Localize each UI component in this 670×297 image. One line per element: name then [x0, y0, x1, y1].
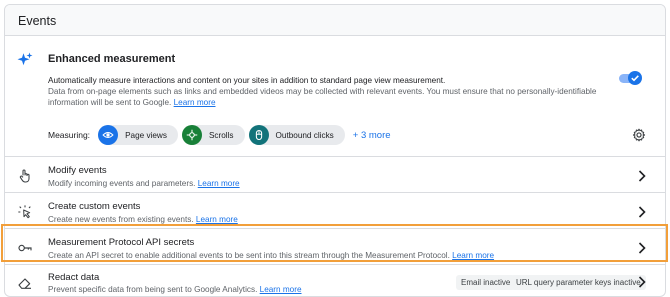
- gear-icon[interactable]: [632, 128, 646, 142]
- learn-more-link[interactable]: Learn more: [198, 179, 240, 188]
- row-subtitle-text: Create new events from existing events.: [48, 215, 194, 224]
- row-subtitle-text: Create an API secret to enable additiona…: [48, 251, 450, 260]
- description-line-1: Automatically measure interactions and c…: [48, 76, 446, 85]
- sparkle-icon: [17, 52, 33, 66]
- row-title: Measurement Protocol API secrets: [48, 237, 195, 248]
- sparkle-click-icon: [18, 205, 31, 219]
- row-title: Redact data: [48, 272, 100, 283]
- chip-outbound-clicks[interactable]: Outbound clicks: [248, 125, 345, 145]
- learn-more-link[interactable]: Learn more: [260, 285, 302, 294]
- status-badge-email: Email inactive: [456, 275, 516, 290]
- row-redact-data[interactable]: Redact data Prevent specific data from b…: [5, 266, 665, 296]
- row-subtitle: Create new events from existing events. …: [48, 215, 238, 224]
- eraser-icon: [18, 278, 31, 289]
- chip-label: Page views: [125, 130, 167, 140]
- enhanced-measurement-description: Automatically measure interactions and c…: [48, 75, 603, 108]
- measuring-row: Measuring: Page views Scrolls Outbound c…: [48, 124, 391, 146]
- toggle-thumb: [628, 71, 642, 85]
- row-subtitle-text: Modify incoming events and parameters.: [48, 179, 196, 188]
- row-subtitle-text: Prevent specific data from being sent to…: [48, 285, 258, 294]
- row-title: Create custom events: [48, 201, 141, 212]
- chevron-right-icon: [638, 276, 646, 288]
- measuring-label: Measuring:: [48, 130, 91, 140]
- status-badge-url-query: URL query parameter keys inactive: [511, 275, 646, 290]
- chevron-right-icon: [638, 206, 646, 218]
- learn-more-link[interactable]: Learn more: [452, 251, 494, 260]
- enhanced-measurement-toggle[interactable]: [617, 71, 642, 86]
- chevron-right-icon: [638, 242, 646, 254]
- chip-label: Outbound clicks: [275, 130, 334, 140]
- chevron-right-icon: [638, 170, 646, 182]
- check-icon: [631, 75, 639, 82]
- row-subtitle: Create an API secret to enable additiona…: [48, 251, 494, 260]
- panel-title: Events: [5, 5, 665, 36]
- mouse-icon: [248, 125, 269, 145]
- learn-more-link[interactable]: Learn more: [174, 98, 216, 107]
- row-measurement-protocol-api-secrets[interactable]: Measurement Protocol API secrets Create …: [5, 230, 665, 265]
- row-subtitle: Modify incoming events and parameters. L…: [48, 179, 240, 188]
- eye-icon: [98, 125, 119, 145]
- more-events-link[interactable]: + 3 more: [353, 130, 391, 141]
- key-icon: [18, 244, 32, 252]
- description-line-2: Data from on-page elements such as links…: [48, 87, 597, 107]
- crosshair-icon: [181, 125, 202, 145]
- enhanced-measurement-title: Enhanced measurement: [48, 53, 176, 65]
- enhanced-measurement-section: Enhanced measurement Automatically measu…: [5, 37, 665, 157]
- row-modify-events[interactable]: Modify events Modify incoming events and…: [5, 158, 665, 193]
- chip-scrolls[interactable]: Scrolls: [181, 125, 245, 145]
- chip-label: Scrolls: [208, 130, 234, 140]
- learn-more-link[interactable]: Learn more: [196, 215, 238, 224]
- row-subtitle: Prevent specific data from being sent to…: [48, 285, 302, 294]
- touch-hand-icon: [19, 169, 30, 183]
- chip-page-views[interactable]: Page views: [98, 125, 178, 145]
- row-create-custom-events[interactable]: Create custom events Create new events f…: [5, 194, 665, 229]
- events-panel: Events Enhanced measurement Automaticall…: [4, 4, 666, 297]
- row-title: Modify events: [48, 165, 107, 176]
